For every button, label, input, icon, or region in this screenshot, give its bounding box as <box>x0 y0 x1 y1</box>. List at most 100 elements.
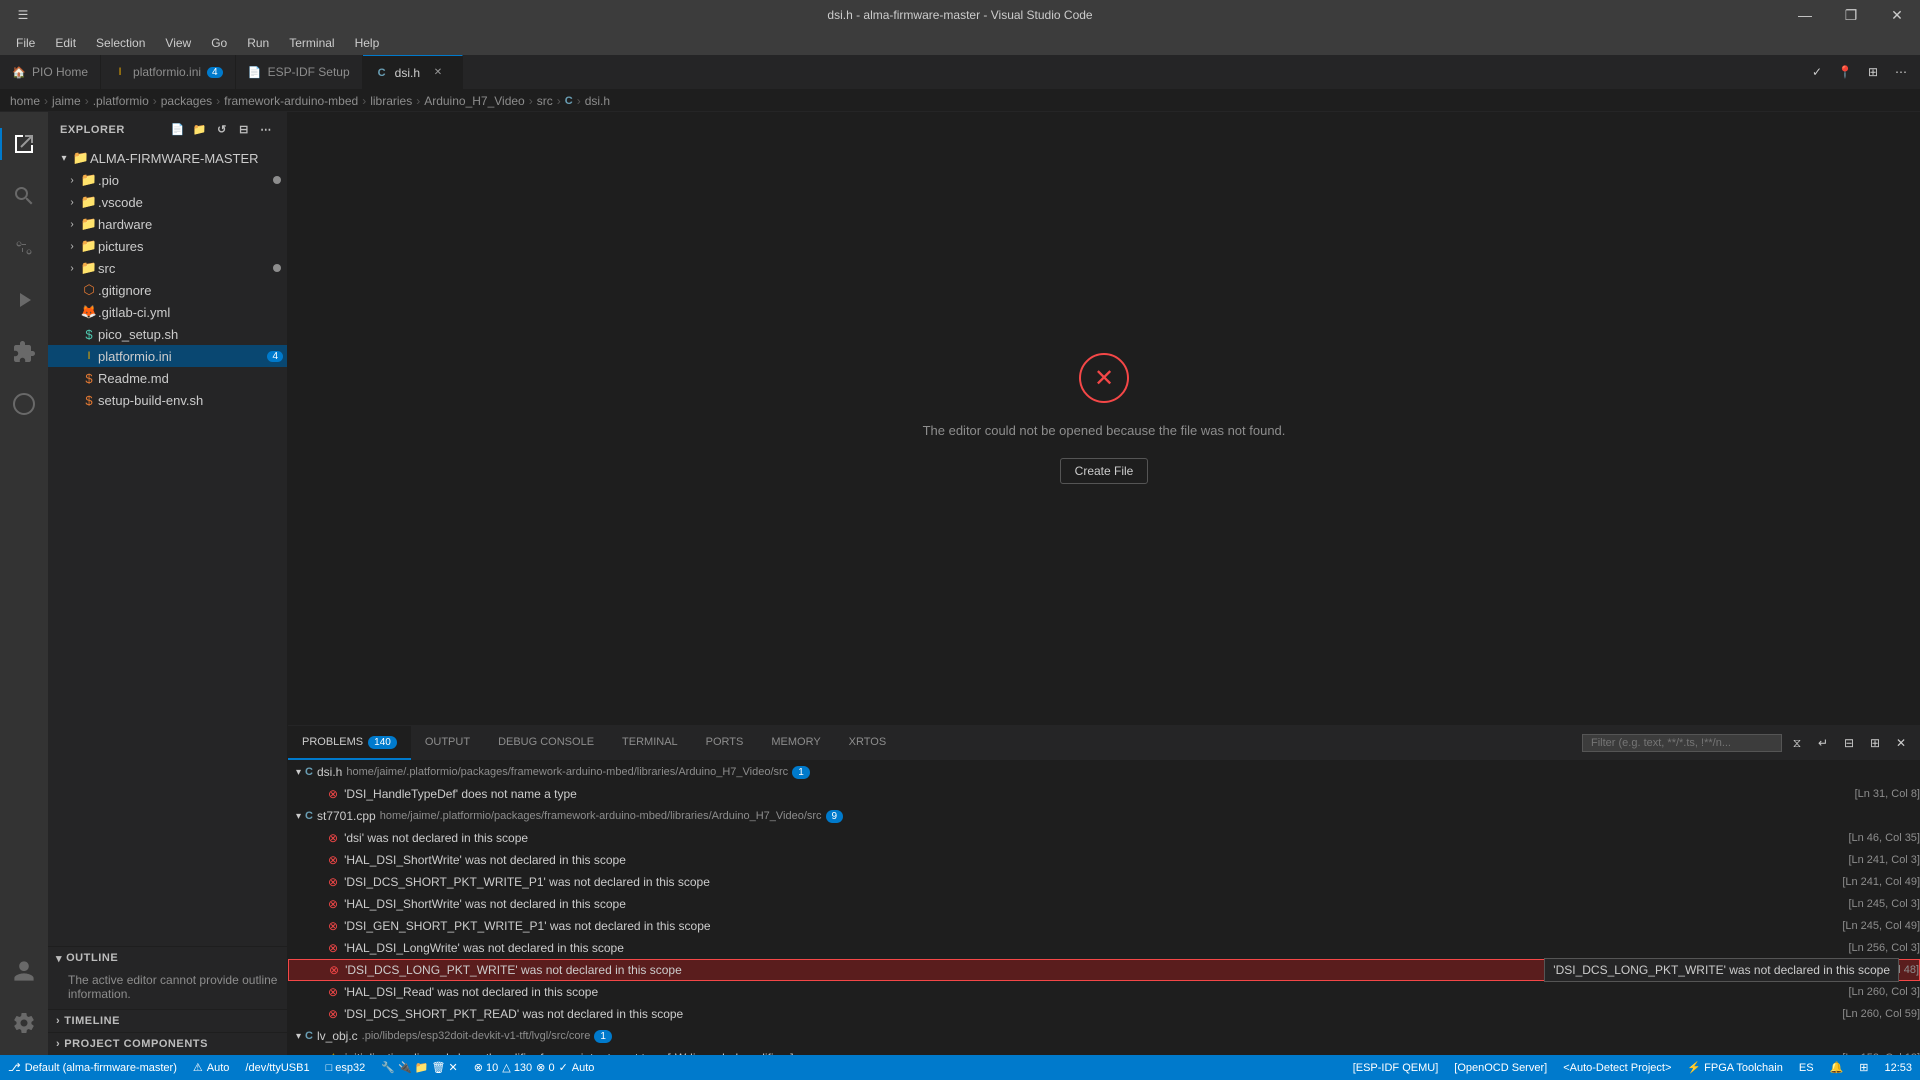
status-sync[interactable]: ⚠ Auto <box>185 1055 238 1080</box>
pin-action[interactable]: 📍 <box>1834 61 1856 83</box>
problem-dsi-handletype[interactable]: ⊗ 'DSI_HandleTypeDef' does not name a ty… <box>288 783 1920 805</box>
more-action[interactable]: ⋯ <box>257 121 275 139</box>
problem-dsi-scope[interactable]: ⊗ 'dsi' was not declared in this scope [… <box>288 827 1920 849</box>
breadcrumb-framework[interactable]: framework-arduino-mbed <box>224 94 358 108</box>
breadcrumb-src[interactable]: src <box>537 94 553 108</box>
tree-root-folder[interactable]: ▾ 📁 ALMA-FIRMWARE-MASTER <box>48 147 287 169</box>
tab-terminal[interactable]: TERMINAL <box>608 726 692 760</box>
activity-run-debug[interactable] <box>0 276 48 324</box>
status-notifications[interactable]: ⊗ 10 △ 130 ⊗ 0 ✓ Auto <box>466 1055 603 1080</box>
tree-setup-build[interactable]: $ setup-build-env.sh <box>48 389 287 411</box>
breadcrumb-jaime[interactable]: jaime <box>52 94 81 108</box>
filter-input[interactable] <box>1582 734 1782 752</box>
activity-explorer[interactable] <box>0 120 48 168</box>
activity-search[interactable] <box>0 172 48 220</box>
tree-readme[interactable]: $ Readme.md <box>48 367 287 389</box>
menu-go[interactable]: Go <box>203 34 235 52</box>
tab-esp-idf-setup[interactable]: 📄 ESP-IDF Setup <box>236 55 363 89</box>
tab-xrtos[interactable]: XRTOS <box>835 726 901 760</box>
breadcrumb-dsi-h[interactable]: dsi.h <box>585 94 610 108</box>
status-port[interactable]: /dev/ttyUSB1 <box>237 1055 317 1080</box>
timeline-header[interactable]: › TIMELINE <box>48 1010 287 1032</box>
close-panel-action[interactable]: ✕ <box>1890 732 1912 754</box>
problem-group-header-st7701[interactable]: ▾ C st7701.cpp home/jaime/.platformio/pa… <box>288 805 1920 827</box>
problem-dsi-long-pkt[interactable]: ⊗ 'DSI_DCS_LONG_PKT_WRITE' was not decla… <box>288 959 1920 981</box>
status-openocd[interactable]: [OpenOCD Server] <box>1446 1055 1555 1080</box>
status-auto-detect[interactable]: <Auto-Detect Project> <box>1555 1055 1679 1080</box>
restore-button[interactable]: ❐ <box>1828 0 1874 30</box>
breadcrumb-platformio[interactable]: .platformio <box>93 94 149 108</box>
breadcrumb-c[interactable]: C <box>565 95 573 107</box>
tab-problems[interactable]: PROBLEMS 140 <box>288 726 411 760</box>
minimize-button[interactable]: — <box>1782 0 1828 30</box>
menu-run[interactable]: Run <box>239 34 277 52</box>
menu-selection[interactable]: Selection <box>88 34 153 52</box>
hamburger-menu[interactable]: ☰ <box>0 0 46 30</box>
breadcrumb-home[interactable]: home <box>10 94 40 108</box>
tab-ports[interactable]: PORTS <box>692 726 758 760</box>
outline-header[interactable]: ▾ OUTLINE <box>48 947 287 969</box>
checkmark-action[interactable]: ✓ <box>1806 61 1828 83</box>
status-debug-icons[interactable]: 🔧 🔌 📁 🗑 ✕ <box>373 1055 466 1080</box>
problem-dsi-short-p1-1[interactable]: ⊗ 'DSI_DCS_SHORT_PKT_WRITE_P1' was not d… <box>288 871 1920 893</box>
overflow-action[interactable]: ⋯ <box>1890 61 1912 83</box>
tree-vscode[interactable]: › 📁 .vscode <box>48 191 287 213</box>
status-source-control[interactable]: ⎇ Default (alma-firmware-master) <box>0 1055 185 1080</box>
status-time[interactable]: 12:53 <box>1876 1055 1920 1080</box>
breadcrumb-arduino-h7[interactable]: Arduino_H7_Video <box>424 94 525 108</box>
activity-platformio[interactable] <box>0 380 48 428</box>
refresh-action[interactable]: ↺ <box>213 121 231 139</box>
problem-hal-dsi-short-2[interactable]: ⊗ 'HAL_DSI_ShortWrite' was not declared … <box>288 893 1920 915</box>
tab-dsi-h[interactable]: C dsi.h ✕ <box>363 55 463 89</box>
problem-group-header-dsi-h[interactable]: ▾ C dsi.h home/jaime/.platformio/package… <box>288 761 1920 783</box>
status-fpga[interactable]: ⚡ FPGA Toolchain <box>1679 1055 1790 1080</box>
collapse-problems-action[interactable]: ⊟ <box>1838 732 1860 754</box>
problem-hal-dsi-long[interactable]: ⊗ 'HAL_DSI_LongWrite' was not declared i… <box>288 937 1920 959</box>
dsi-h-close[interactable]: ✕ <box>430 65 446 81</box>
tree-hardware[interactable]: › 📁 hardware <box>48 213 287 235</box>
tree-pio[interactable]: › 📁 .pio <box>48 169 287 191</box>
problem-dsi-gen-short-p1[interactable]: ⊗ 'DSI_GEN_SHORT_PKT_WRITE_P1' was not d… <box>288 915 1920 937</box>
tab-memory[interactable]: MEMORY <box>757 726 834 760</box>
project-components-header[interactable]: › PROJECT COMPONENTS <box>48 1033 287 1055</box>
create-file-button[interactable]: Create File <box>1060 458 1149 484</box>
new-file-action[interactable]: 📄 <box>169 121 187 139</box>
tree-gitignore[interactable]: ⬡ .gitignore <box>48 279 287 301</box>
close-button[interactable]: ✕ <box>1874 0 1920 30</box>
breadcrumb-packages[interactable]: packages <box>161 94 212 108</box>
tree-pictures[interactable]: › 📁 pictures <box>48 235 287 257</box>
breadcrumb-libraries[interactable]: libraries <box>370 94 412 108</box>
tab-output[interactable]: OUTPUT <box>411 726 484 760</box>
tab-debug-console[interactable]: DEBUG CONSOLE <box>484 726 608 760</box>
status-bell[interactable]: 🔔 <box>1822 1055 1852 1080</box>
wrap-action[interactable]: ↵ <box>1812 732 1834 754</box>
menu-file[interactable]: File <box>8 34 43 52</box>
problem-lvobj-const[interactable]: ⚠ initialization discards 'const' qualif… <box>288 1047 1920 1055</box>
menu-help[interactable]: Help <box>347 34 388 52</box>
tree-pico-setup[interactable]: $ pico_setup.sh <box>48 323 287 345</box>
status-layout[interactable]: ⊞ <box>1851 1055 1876 1080</box>
menu-edit[interactable]: Edit <box>47 34 84 52</box>
tree-gitlab-ci[interactable]: 🦊 .gitlab-ci.yml <box>48 301 287 323</box>
new-folder-action[interactable]: 📁 <box>191 121 209 139</box>
collapse-action[interactable]: ⊟ <box>235 121 253 139</box>
menu-terminal[interactable]: Terminal <box>281 34 342 52</box>
problem-hal-dsi-short-1[interactable]: ⊗ 'HAL_DSI_ShortWrite' was not declared … <box>288 849 1920 871</box>
menu-view[interactable]: View <box>157 34 199 52</box>
tree-src[interactable]: › 📁 src <box>48 257 287 279</box>
tree-platformio-ini[interactable]: I platformio.ini 4 <box>48 345 287 367</box>
status-esp-idf-qemu[interactable]: [ESP-IDF QEMU] <box>1345 1055 1447 1080</box>
status-language[interactable]: ES <box>1791 1055 1822 1080</box>
status-board[interactable]: □ esp32 <box>318 1055 374 1080</box>
problem-dsi-short-read[interactable]: ⊗ 'DSI_DCS_SHORT_PKT_READ' was not decla… <box>288 1003 1920 1025</box>
tab-pio-home[interactable]: 🏠 PIO Home <box>0 55 101 89</box>
problem-hal-dsi-read[interactable]: ⊗ 'HAL_DSI_Read' was not declared in thi… <box>288 981 1920 1003</box>
expand-problems-action[interactable]: ⊞ <box>1864 732 1886 754</box>
activity-extensions[interactable] <box>0 328 48 376</box>
activity-account[interactable] <box>0 947 48 995</box>
tab-platformio-ini[interactable]: I platformio.ini 4 <box>101 55 236 89</box>
activity-source-control[interactable] <box>0 224 48 272</box>
split-action[interactable]: ⊞ <box>1862 61 1884 83</box>
activity-settings[interactable] <box>0 999 48 1047</box>
filter-icon[interactable]: ⧖ <box>1786 732 1808 754</box>
